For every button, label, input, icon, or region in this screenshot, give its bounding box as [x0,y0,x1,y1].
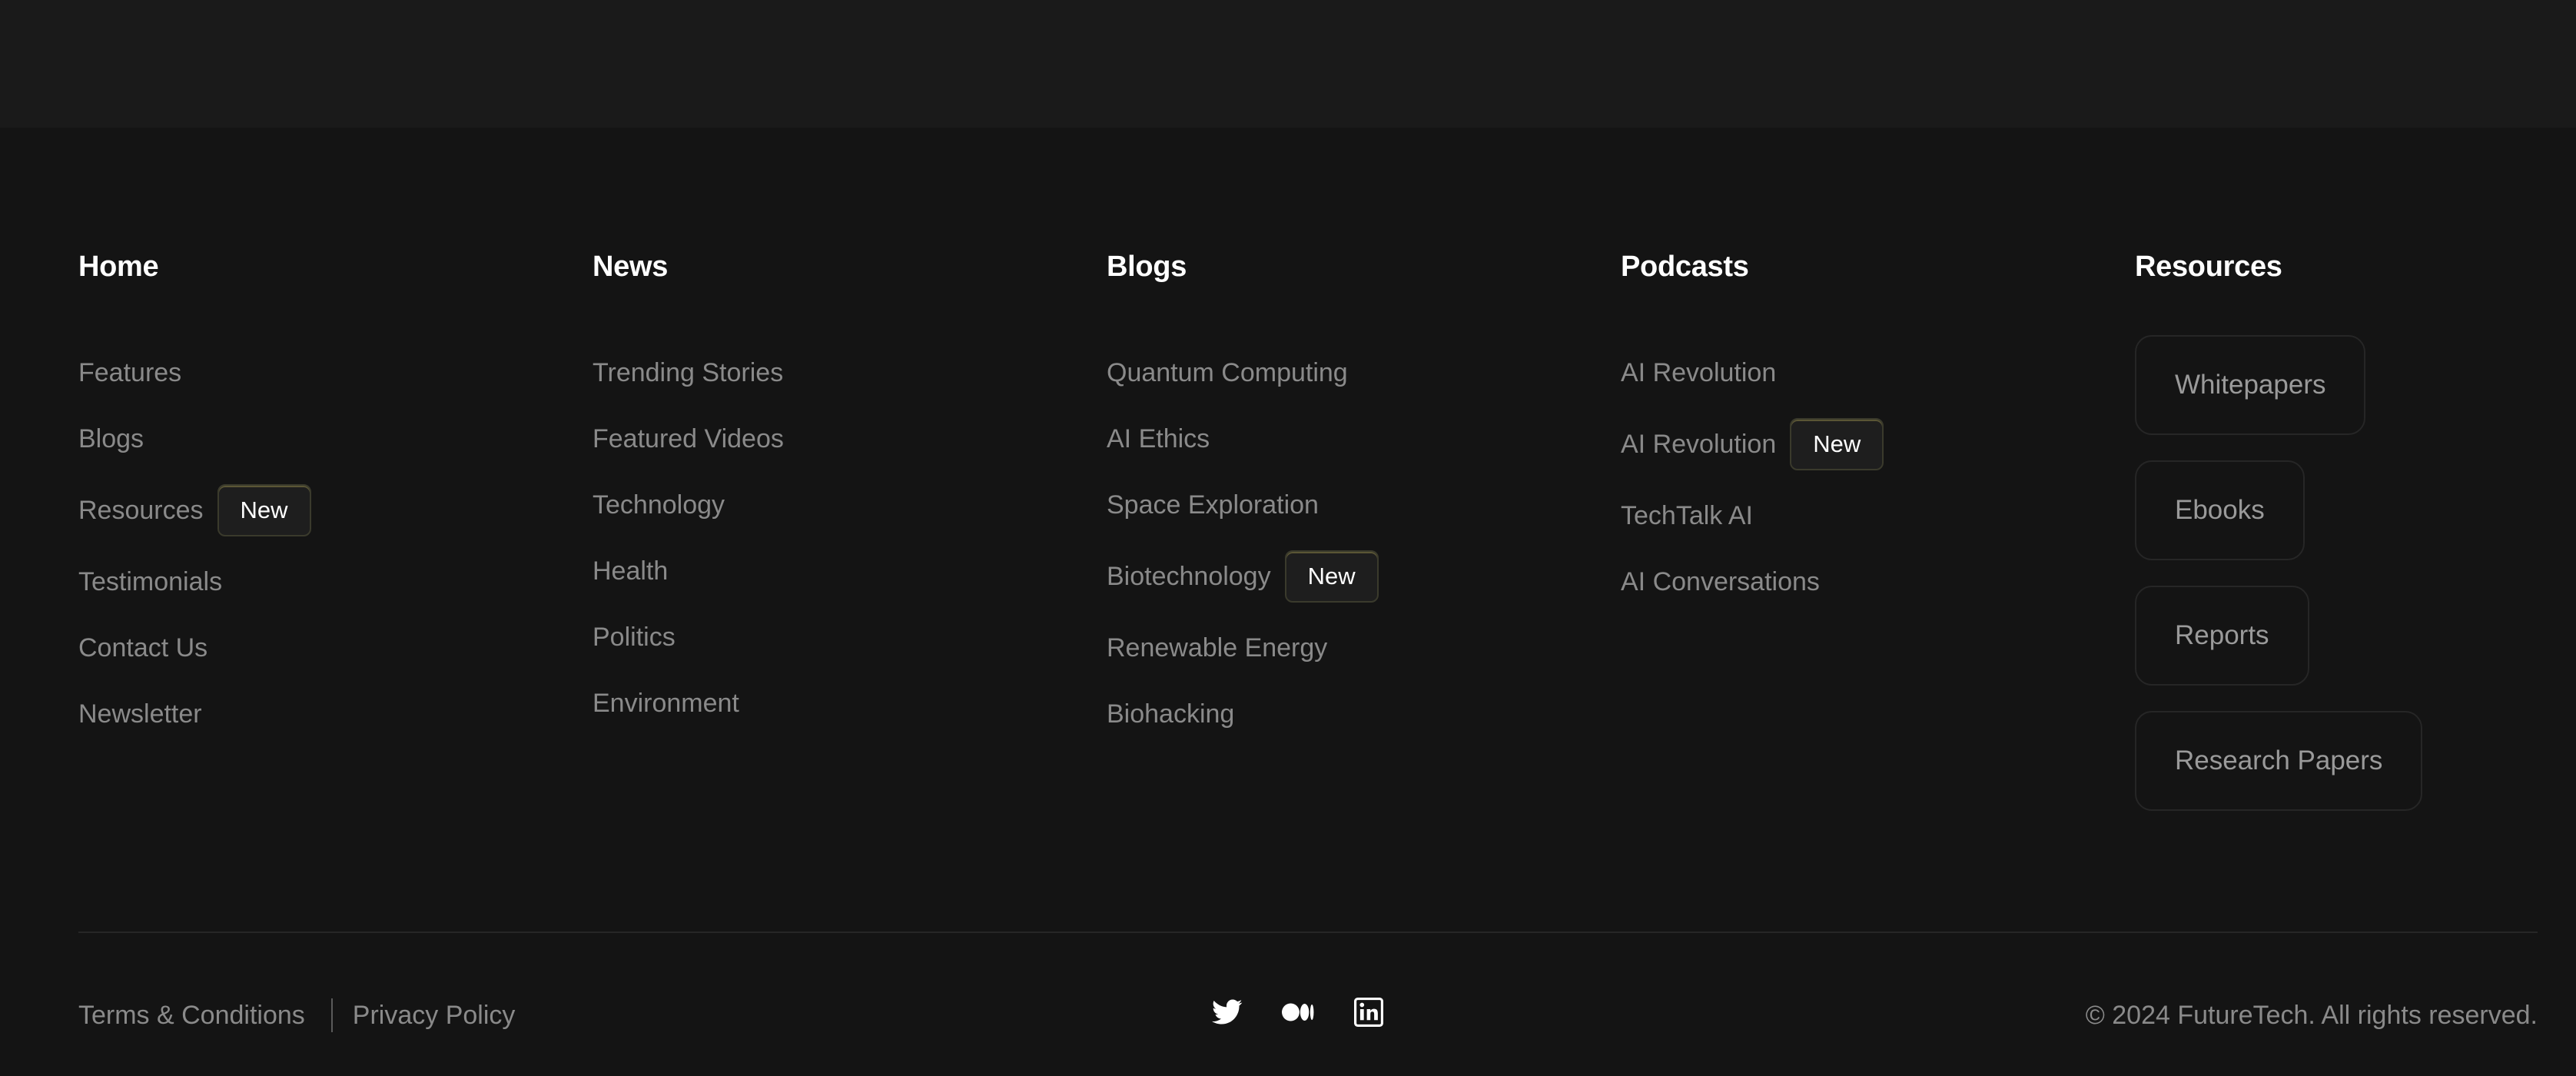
site-footer: Home Features Blogs Resources New Testimo… [0,128,2576,1076]
link-label: Renewable Energy [1107,633,1328,663]
new-badge: New [1790,418,1884,470]
privacy-link[interactable]: Privacy Policy [353,1001,516,1031]
link-label: AI Ethics [1107,424,1210,453]
column-title[interactable]: Podcasts [1621,247,1884,286]
footer-link-newsletter[interactable]: Newsletter [78,681,311,747]
link-label: Biohacking [1107,699,1235,729]
footer-link-trending-stories[interactable]: Trending Stories [593,340,784,406]
column-title[interactable]: Home [78,247,311,286]
link-label: Featured Videos [593,424,784,453]
link-label: Trending Stories [593,358,784,387]
link-separator [330,998,333,1032]
copyright-text: © 2024 FutureTech. All rights reserved. [2085,1001,2538,1030]
link-label: Technology [593,490,725,520]
footer-column-resources: Resources Whitepapers Ebooks Reports Res… [2135,247,2423,836]
footer-link-contact-us[interactable]: Contact Us [78,615,311,681]
footer-link-renewable-energy[interactable]: Renewable Energy [1107,615,1379,681]
link-label: Blogs [78,424,144,453]
resource-whitepapers-button[interactable]: Whitepapers [2135,335,2366,435]
medium-icon-glyph [1282,1003,1314,1021]
terms-link[interactable]: Terms & Conditions [78,1001,305,1031]
column-title[interactable]: News [593,247,784,286]
legal-links: Terms & Conditions Privacy Policy [78,996,515,1034]
link-label: Resources [78,496,204,525]
top-section [0,0,2576,128]
new-badge: New [217,484,311,536]
footer-link-featured-videos[interactable]: Featured Videos [593,406,784,472]
footer-link-politics[interactable]: Politics [593,604,784,670]
new-badge: New [1284,550,1379,603]
footer-link-testimonials[interactable]: Testimonials [78,549,311,615]
footer-link-ai-ethics[interactable]: AI Ethics [1107,406,1379,472]
column-title[interactable]: Blogs [1107,247,1379,286]
footer-link-space-exploration[interactable]: Space Exploration [1107,472,1379,538]
link-label: Biotechnology [1107,562,1271,591]
footer-column-blogs: Blogs Quantum Computing AI Ethics Space … [1107,247,1379,747]
footer-column-home: Home Features Blogs Resources New Testimo… [78,247,311,747]
resource-reports-button[interactable]: Reports [2135,586,2309,686]
link-label: Politics [593,623,676,652]
link-label: Newsletter [78,699,202,729]
link-label: Testimonials [78,567,223,596]
link-label: AI Revolution [1621,430,1777,459]
link-label: AI Revolution [1621,358,1777,387]
linkedin-icon-glyph [1354,998,1383,1027]
footer-link-biotechnology[interactable]: Biotechnology New [1107,538,1379,615]
medium-icon[interactable] [1282,996,1314,1028]
footer-column-podcasts: Podcasts AI Revolution AI Revolution New … [1621,247,1884,615]
link-label: Space Exploration [1107,490,1319,520]
link-label: Environment [593,689,739,718]
footer-link-ai-revolution[interactable]: AI Revolution [1621,340,1884,406]
twitter-icon-glyph [1212,999,1243,1025]
link-label: Contact Us [78,633,208,663]
footer-link-blogs[interactable]: Blogs [78,406,311,472]
footer-link-health[interactable]: Health [593,538,784,604]
footer-link-techtalk-ai[interactable]: TechTalk AI [1621,483,1884,549]
footer-column-news: News Trending Stories Featured Videos Te… [593,247,784,736]
footer-link-technology[interactable]: Technology [593,472,784,538]
resource-ebooks-button[interactable]: Ebooks [2135,460,2305,560]
footer-link-environment[interactable]: Environment [593,670,784,736]
footer-link-biohacking[interactable]: Biohacking [1107,681,1379,747]
footer-link-ai-conversations[interactable]: AI Conversations [1621,549,1884,615]
link-label: AI Conversations [1621,567,1820,596]
twitter-icon[interactable] [1211,996,1243,1028]
footer-link-features[interactable]: Features [78,340,311,406]
column-title[interactable]: Resources [2135,247,2422,286]
link-label: Quantum Computing [1107,358,1348,387]
link-label: TechTalk AI [1621,501,1753,530]
social-links [1211,995,1385,1030]
footer-link-ai-revolution-new[interactable]: AI Revolution New [1621,406,1884,483]
footer-divider [78,932,2538,933]
link-label: Health [593,556,669,586]
footer-link-quantum-computing[interactable]: Quantum Computing [1107,340,1379,406]
link-label: Features [78,358,182,387]
linkedin-icon[interactable] [1353,996,1385,1028]
resource-research-papers-button[interactable]: Research Papers [2135,711,2423,811]
footer-link-resources[interactable]: Resources New [78,472,311,549]
